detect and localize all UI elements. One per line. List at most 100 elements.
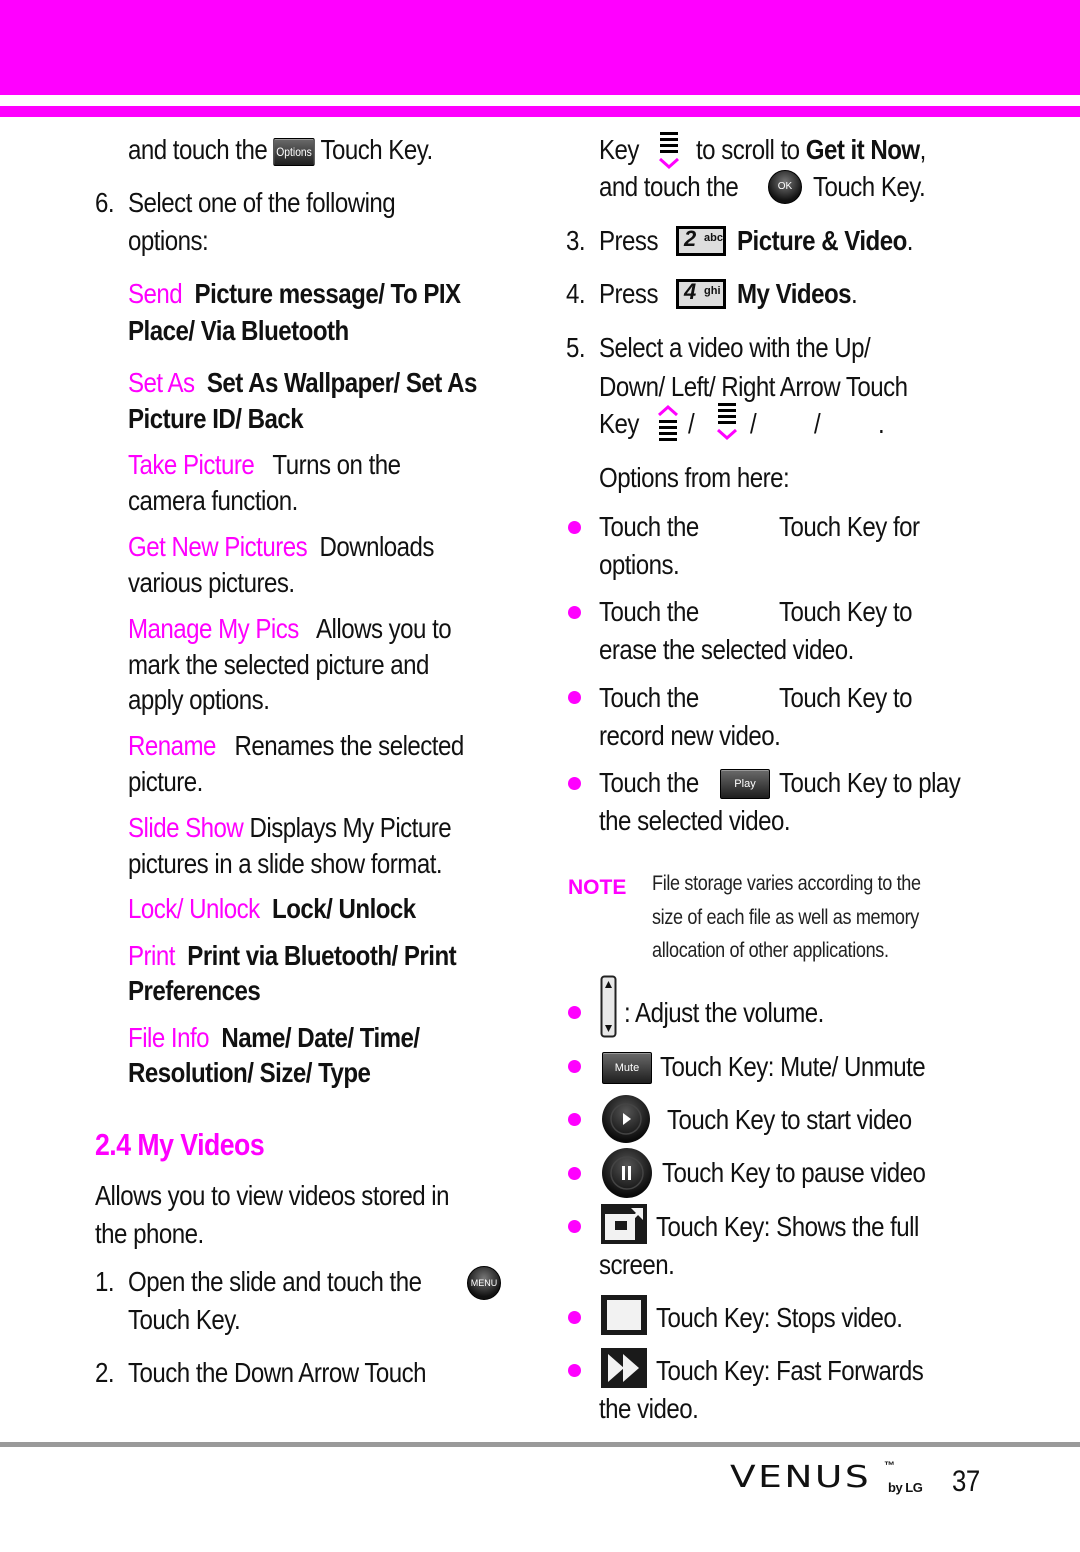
option-set-as: Set As Set As Wallpaper/ Set As — [128, 367, 477, 398]
bullet-text: Touch Key for — [779, 511, 920, 542]
section-heading: 2.4 My Videos — [95, 1127, 265, 1162]
key-4-icon: 4 ghi — [676, 279, 726, 309]
bullet — [568, 1311, 581, 1324]
option-manage-my-pics: Manage My Pics Allows you to — [128, 613, 452, 644]
option-send: Send Picture message/ To PIX — [128, 278, 461, 309]
bullet — [568, 1364, 581, 1377]
bullet-text: Touch the — [599, 511, 699, 542]
step-text: Press — [599, 225, 658, 256]
bullet — [568, 521, 581, 534]
bullet — [568, 1113, 581, 1126]
step-number: 5. — [566, 332, 586, 363]
bullet — [568, 691, 581, 704]
stop-icon — [601, 1295, 647, 1335]
menu-key-icon: MENU — [467, 1266, 501, 1300]
step-text: Down/ Left/ Right Arrow Touch — [599, 371, 908, 402]
key-2-icon: 2 abc — [676, 226, 726, 256]
control-text: Touch Key: Stops video. — [656, 1302, 903, 1333]
option-desc: Resolution/ Size/ Type — [128, 1057, 371, 1088]
period: . — [878, 408, 885, 439]
option-desc: picture. — [128, 766, 203, 797]
bullet — [568, 606, 581, 619]
play-circle-icon — [602, 1095, 650, 1143]
bullet-text: Touch Key to play — [779, 767, 961, 798]
down-arrow-key-icon — [717, 403, 737, 441]
option-print: Print Print via Bluetooth/ Print — [128, 940, 457, 971]
bullet-text: Touch Key to — [779, 596, 913, 627]
control-text: Touch Key: Shows the full — [656, 1211, 919, 1242]
bullet-text: options. — [599, 549, 680, 580]
control-text: Touch Key to start video — [667, 1104, 912, 1135]
option-desc: various pictures. — [128, 567, 295, 598]
bullet-text: Touch the — [599, 682, 699, 713]
note-label: NOTE — [568, 876, 627, 899]
header-band — [0, 0, 1080, 95]
brand-name: VENUS — [730, 1460, 872, 1495]
step-text: and touch the — [599, 171, 739, 202]
brand-sub: by LG — [888, 1480, 923, 1495]
step-text: options: — [128, 225, 209, 256]
step-number: 1. — [95, 1266, 115, 1297]
section-intro: the phone. — [95, 1218, 204, 1249]
option-desc: Place/ Via Bluetooth — [128, 315, 349, 346]
option-desc: pictures in a slide show format. — [128, 848, 443, 879]
step-text: Picture & Video. — [737, 225, 914, 256]
mute-key-icon: Mute — [602, 1052, 652, 1084]
option-take-picture: Take Picture Turns on the — [128, 449, 401, 480]
note-text: allocation of other applications. — [652, 939, 889, 962]
control-text: Touch Key: Mute/ Unmute — [660, 1051, 926, 1082]
brand-logo: VENUS — [730, 1460, 869, 1500]
pause-circle-icon — [602, 1148, 652, 1198]
step-text: Press — [599, 278, 658, 309]
step-number: 3. — [566, 225, 586, 256]
control-text: : Adjust the volume. — [624, 997, 824, 1028]
bullet — [568, 777, 581, 790]
bullet — [568, 1006, 581, 1019]
bullet-text: Touch the — [599, 767, 699, 798]
volume-rocker-icon — [600, 975, 617, 1038]
continued-line: and touch the Options Touch Key. — [128, 134, 433, 166]
up-arrow-key-icon — [658, 404, 678, 441]
note-text: File storage varies according to the — [652, 872, 921, 895]
option-get-new-pictures: Get New Pictures Downloads — [128, 531, 434, 562]
bullet-text: record new video. — [599, 720, 781, 751]
step-text: Select a video with the Up/ — [599, 332, 871, 363]
section-intro: Allows you to view videos stored in — [95, 1180, 450, 1211]
option-file-info: File Info Name/ Date/ Time/ — [128, 1022, 420, 1053]
step-text: Touch Key. — [813, 171, 926, 202]
control-text: screen. — [599, 1249, 675, 1280]
option-desc: camera function. — [128, 485, 298, 516]
bullet — [568, 1220, 581, 1233]
step-number: 2. — [95, 1357, 115, 1388]
option-desc: mark the selected picture and — [128, 649, 429, 680]
fast-forward-icon — [601, 1348, 647, 1388]
step-text: Options from here: — [599, 462, 790, 493]
bullet-text: Touch Key to — [779, 682, 913, 713]
step-text: Key — [599, 408, 639, 439]
step-text: Select one of the following — [128, 187, 396, 218]
control-text: Touch Key: Fast Forwards — [656, 1355, 924, 1386]
step-number: 6. — [95, 187, 115, 218]
bullet — [568, 1167, 581, 1180]
bullet-text: Touch the — [599, 596, 699, 627]
step-text: Key — [599, 134, 639, 165]
option-lock-unlock: Lock/ Unlock Lock/ Unlock — [128, 893, 416, 924]
note-text: size of each file as well as memory — [652, 906, 920, 929]
footer-rule — [0, 1442, 1080, 1447]
header-stripe — [0, 106, 1080, 117]
fullscreen-icon — [601, 1204, 647, 1244]
ok-key-icon: OK — [768, 170, 802, 204]
bullet — [568, 1060, 581, 1073]
step-text: My Videos. — [737, 278, 858, 309]
step-text: to scroll to Get it Now, — [696, 134, 926, 165]
separator: / — [688, 408, 695, 439]
option-slide-show: Slide Show Displays My Picture — [128, 812, 452, 843]
options-key-icon: Options — [273, 137, 315, 166]
option-desc: Preferences — [128, 975, 261, 1006]
separator: / — [750, 408, 757, 439]
bullet-text: erase the selected video. — [599, 634, 854, 665]
control-text: Touch Key to pause video — [662, 1157, 926, 1188]
down-arrow-key-icon — [659, 132, 679, 170]
control-text: the video. — [599, 1393, 699, 1424]
option-rename: Rename Renames the selected — [128, 730, 464, 761]
